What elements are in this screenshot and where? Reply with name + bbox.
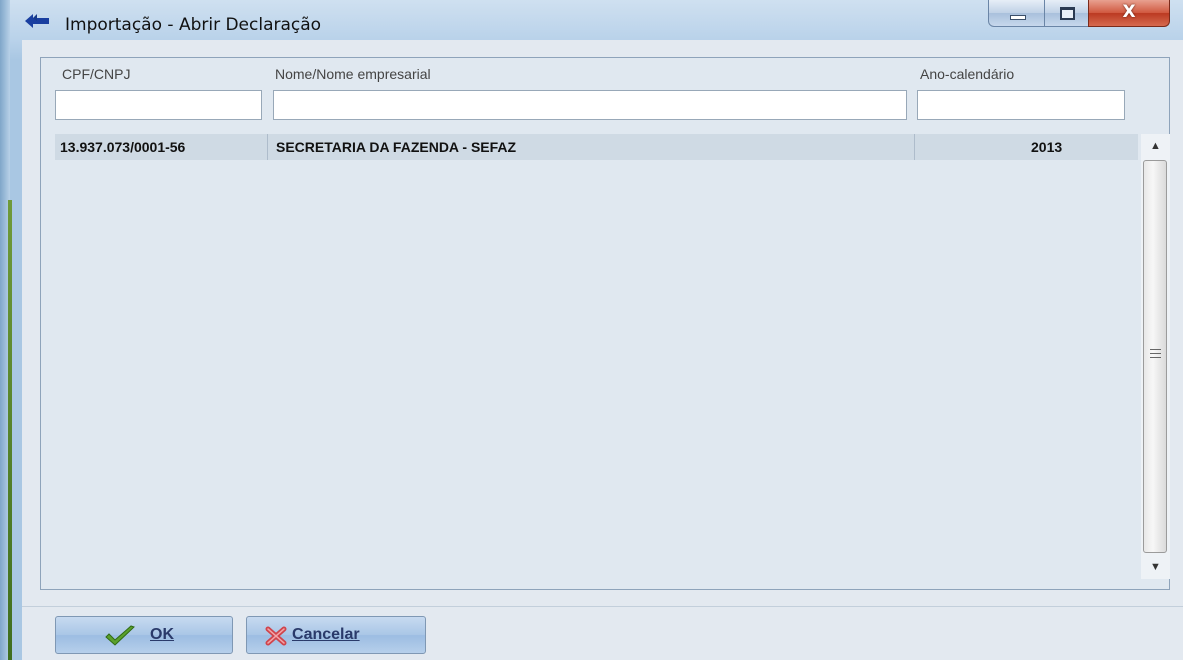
cpf-cnpj-input[interactable] [55,90,262,120]
scroll-up-icon[interactable]: ▲ [1141,134,1170,158]
arrow-icon [25,14,49,28]
minimize-button[interactable] [988,0,1046,27]
cpf-cnpj-label: CPF/CNPJ [62,66,131,82]
grip-icon [1150,349,1161,359]
scroll-down-icon[interactable]: ▼ [1141,555,1170,579]
cancel-accelerator: C [292,626,304,643]
cancel-button[interactable]: Cancelar [246,616,426,654]
maximize-icon [1060,7,1075,20]
ok-label: OK [150,626,174,644]
ok-accelerator: O [150,626,163,643]
maximize-button[interactable] [1044,0,1090,27]
ok-button[interactable]: OK [55,616,233,654]
nome-label: Nome/Nome empresarial [275,66,431,82]
row-nome: SECRETARIA DA FAZENDA - SEFAZ [276,139,517,155]
scrollbar-thumb[interactable] [1143,160,1167,553]
x-icon [265,626,287,646]
close-button[interactable]: X [1088,0,1170,27]
cancel-label: Cancelar [292,626,360,644]
row-ano: 2013 [1031,139,1063,155]
column-divider [267,134,268,160]
table-row[interactable]: 13.937.073/0001-56 SECRETARIA DA FAZENDA… [55,134,1138,160]
vertical-scrollbar[interactable]: ▲ ▼ [1141,134,1170,579]
row-cnpj: 13.937.073/0001-56 [60,139,186,155]
dialog-window: Importação - Abrir Declaração X CPF/CNPJ… [0,0,1183,660]
background-window-edge [8,200,12,660]
close-icon: X [1122,2,1136,22]
minimize-icon [1010,15,1026,20]
cancel-label-rest: ancelar [303,626,360,643]
ano-calendario-input[interactable] [917,90,1125,120]
caption-buttons: X [988,0,1171,28]
nome-input[interactable] [273,90,907,120]
ano-calendario-label: Ano-calendário [920,66,1015,82]
window-title: Importação - Abrir Declaração [65,15,322,35]
ok-label-rest: K [162,626,175,643]
checkmark-icon [105,625,135,646]
column-divider [914,134,915,160]
footer-divider [22,606,1183,607]
